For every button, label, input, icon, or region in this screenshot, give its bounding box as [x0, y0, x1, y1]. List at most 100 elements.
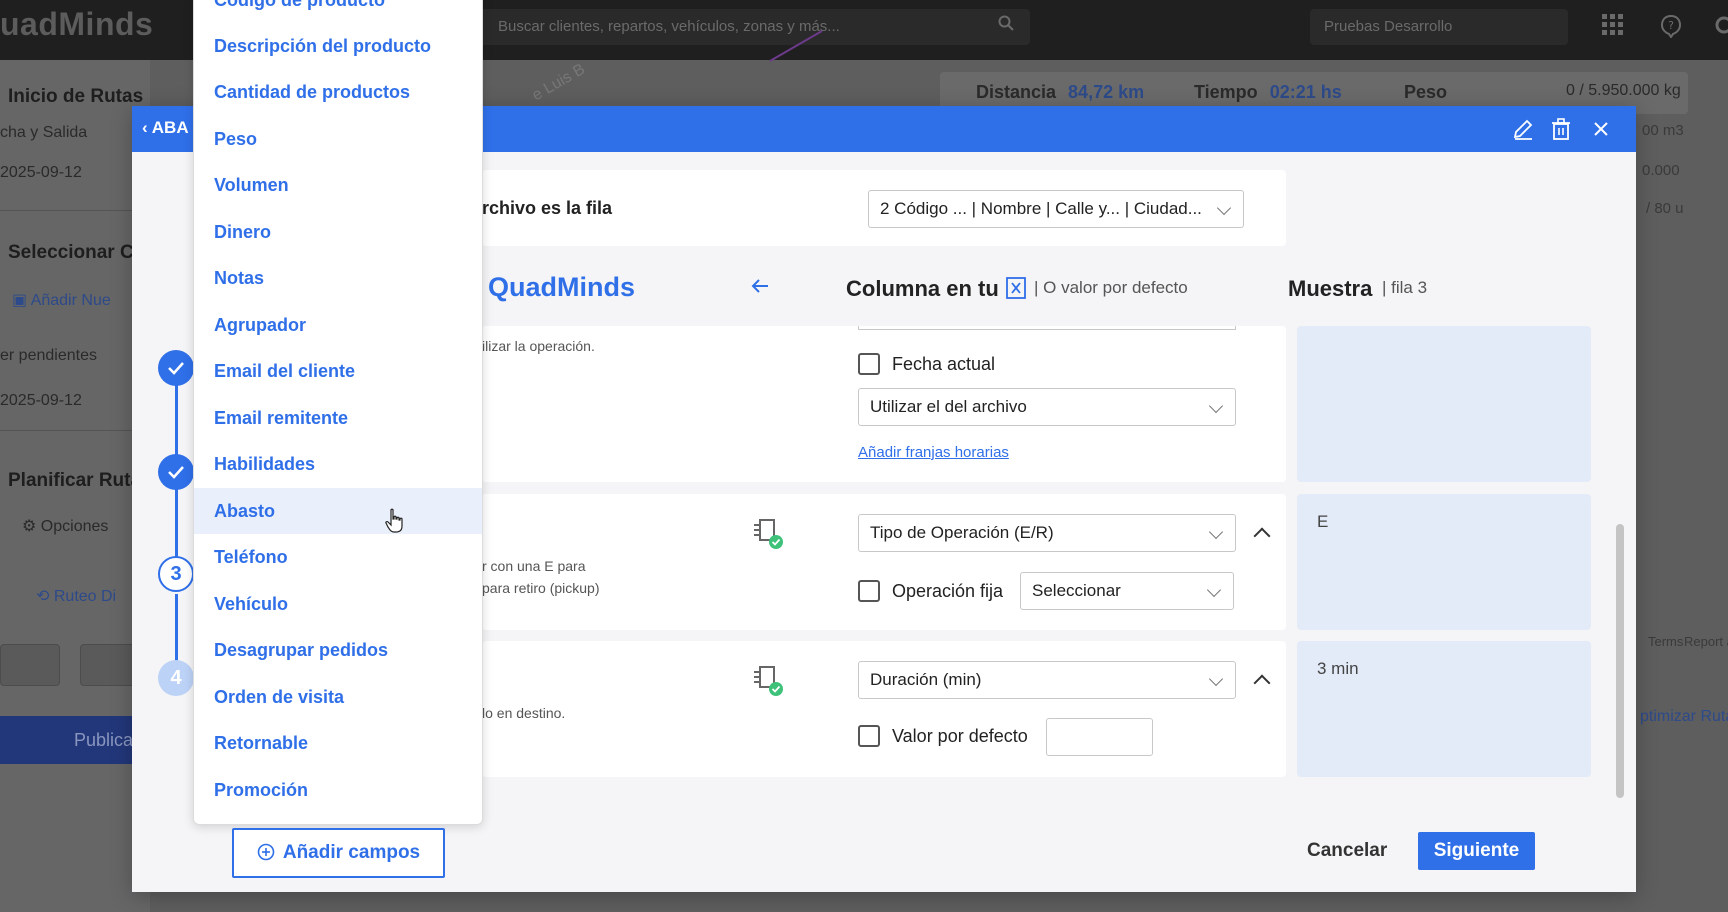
app-logo: uadMinds: [0, 6, 154, 42]
settings-icon[interactable]: [1712, 14, 1728, 41]
content-scrollbar[interactable]: [1616, 524, 1624, 798]
anadir-nuevo-link[interactable]: ▣ Añadir Nue: [12, 290, 111, 310]
volume-value: 00 m3: [1642, 122, 1684, 139]
default-value-checkbox[interactable]: [858, 725, 880, 747]
divider: [0, 210, 150, 211]
back-button[interactable]: ‹ ABA: [142, 118, 189, 138]
help-icon[interactable]: ?: [1660, 14, 1682, 43]
default-value-input[interactable]: [1046, 718, 1153, 756]
field-option[interactable]: Dinero: [194, 209, 482, 255]
time-stat: Tiempo 02:21 hs: [1194, 82, 1342, 102]
fecha-salida-value: 2025-09-12: [0, 164, 82, 181]
field-option[interactable]: Email del cliente: [194, 348, 482, 394]
stepper-line: [175, 594, 178, 670]
terms-link[interactable]: Terms: [1648, 634, 1683, 649]
sample-row-header: | fila 3: [1382, 278, 1428, 297]
edit-icon[interactable]: [1512, 118, 1534, 140]
date-source-select[interactable]: Utilizar el del archivo: [858, 388, 1236, 426]
weight-value: 0 / 5.950.000 kg: [1566, 82, 1681, 99]
step-3-current: 3: [158, 556, 194, 592]
step-4-pending: 4: [158, 660, 194, 696]
search-icon: [998, 9, 1014, 45]
field-option[interactable]: Promoción: [194, 767, 482, 813]
planificar-title: Planificar Ruta: [8, 470, 142, 491]
check-icon: [168, 362, 184, 375]
step-1-done: [158, 350, 194, 386]
field-option[interactable]: Descripción del producto: [194, 23, 482, 69]
publicar-button[interactable]: Publica: [0, 716, 140, 764]
seleccionar-title: Seleccionar C: [8, 242, 134, 263]
file-row-label: rchivo es la fila: [482, 198, 613, 218]
distance-stat: Distancia 84,72 km: [976, 82, 1145, 102]
file-row-card: rchivo es la fila 2 Código ... | Nombre …: [482, 170, 1286, 246]
fecha-actual-label: Fecha actual: [892, 354, 996, 374]
chevron-down-icon: [1208, 398, 1224, 414]
field-option[interactable]: Cantidad de productos: [194, 69, 482, 115]
operation-type-select[interactable]: Tipo de Operación (E/R): [858, 514, 1236, 552]
check-icon: [168, 466, 184, 479]
sample-header: Muestra: [1288, 276, 1373, 301]
field-option[interactable]: Retornable: [194, 720, 482, 766]
upload-button-bg[interactable]: [80, 644, 140, 686]
weight-stat: Peso: [1404, 82, 1448, 102]
chevron-down-icon: [1208, 671, 1224, 687]
pendientes-label: er pendientes: [0, 347, 97, 364]
close-icon[interactable]: [1590, 118, 1612, 140]
field-desc: lo en destino.: [482, 705, 566, 721]
field-option[interactable]: Agrupador: [194, 302, 482, 348]
step-2-done: [158, 454, 194, 490]
default-value-header: | O valor por defecto: [1034, 278, 1188, 297]
collapse-icon[interactable]: [1253, 674, 1271, 692]
field-option[interactable]: Teléfono: [194, 534, 482, 580]
operacion-fija-checkbox[interactable]: [858, 580, 880, 602]
cancel-button[interactable]: Cancelar: [1295, 832, 1399, 870]
field-option[interactable]: Vehículo: [194, 581, 482, 627]
optimizar-link[interactable]: ptimizar Ruta: [1640, 708, 1728, 726]
field-option[interactable]: Código de producto: [194, 0, 482, 23]
trash-icon[interactable]: [1550, 118, 1572, 140]
fixed-operation-select[interactable]: Seleccionar: [1020, 572, 1234, 610]
hand-cursor-icon: [385, 508, 403, 533]
field-row-date: ilizar la operación. Fecha actual Utiliz…: [482, 326, 1286, 482]
field-desc-line1: r con una E para: [482, 558, 586, 574]
sample-cell-date: [1297, 326, 1591, 482]
pendientes-date: 2025-09-12: [0, 392, 82, 409]
collapse-icon[interactable]: [1253, 527, 1271, 545]
add-time-windows-link[interactable]: Añadir franjas horarias: [858, 444, 1009, 461]
opciones-button[interactable]: ⚙ Opciones: [22, 516, 108, 536]
mapped-column-icon: [754, 666, 783, 696]
sample-cell-duration: 3 min: [1297, 641, 1591, 777]
chevron-down-icon: [1216, 200, 1232, 216]
field-option[interactable]: Orden de visita: [194, 674, 482, 720]
inicio-rutas-title: Inicio de Rutas: [8, 86, 144, 107]
default-value-label: Valor por defecto: [892, 726, 1028, 746]
fecha-actual-checkbox[interactable]: [858, 353, 880, 375]
save-button-bg[interactable]: [0, 644, 60, 686]
field-desc: ilizar la operación.: [482, 338, 595, 354]
add-field-dropdown: Código de producto Descripción del produ…: [193, 0, 483, 825]
add-fields-button[interactable]: Añadir campos: [232, 828, 445, 878]
field-option-hovered[interactable]: Abasto: [194, 488, 482, 534]
field-option[interactable]: Volumen: [194, 162, 482, 208]
mapped-column-icon: [754, 519, 783, 549]
arrow-left-icon: [750, 276, 770, 301]
field-option[interactable]: Habilidades: [194, 441, 482, 487]
svg-text:?: ?: [1668, 19, 1674, 32]
ruteo-button[interactable]: ⟲ Ruteo Di: [36, 586, 116, 606]
field-option[interactable]: Peso: [194, 116, 482, 162]
file-row-select[interactable]: 2 Código ... | Nombre | Calle y... | Ciu…: [868, 190, 1244, 228]
next-button[interactable]: Siguiente: [1418, 832, 1535, 870]
field-option[interactable]: Email remitente: [194, 395, 482, 441]
apps-grid-icon[interactable]: [1602, 14, 1624, 41]
global-search-input[interactable]: Buscar clientes, repartos, vehículos, zo…: [476, 9, 1030, 45]
report-link[interactable]: Report a: [1684, 634, 1728, 649]
duration-select[interactable]: Duración (min): [858, 661, 1236, 699]
plus-circle-icon: [257, 843, 275, 861]
account-selector[interactable]: Pruebas Desarrollo: [1310, 9, 1568, 45]
operacion-fija-label: Operación fija: [892, 581, 1004, 601]
excel-file-icon: [1006, 277, 1026, 304]
field-desc-line2: para retiro (pickup): [482, 580, 600, 596]
fecha-salida-label: cha y Salida: [0, 124, 88, 141]
field-option[interactable]: Notas: [194, 255, 482, 301]
field-option[interactable]: Desagrupar pedidos: [194, 627, 482, 673]
